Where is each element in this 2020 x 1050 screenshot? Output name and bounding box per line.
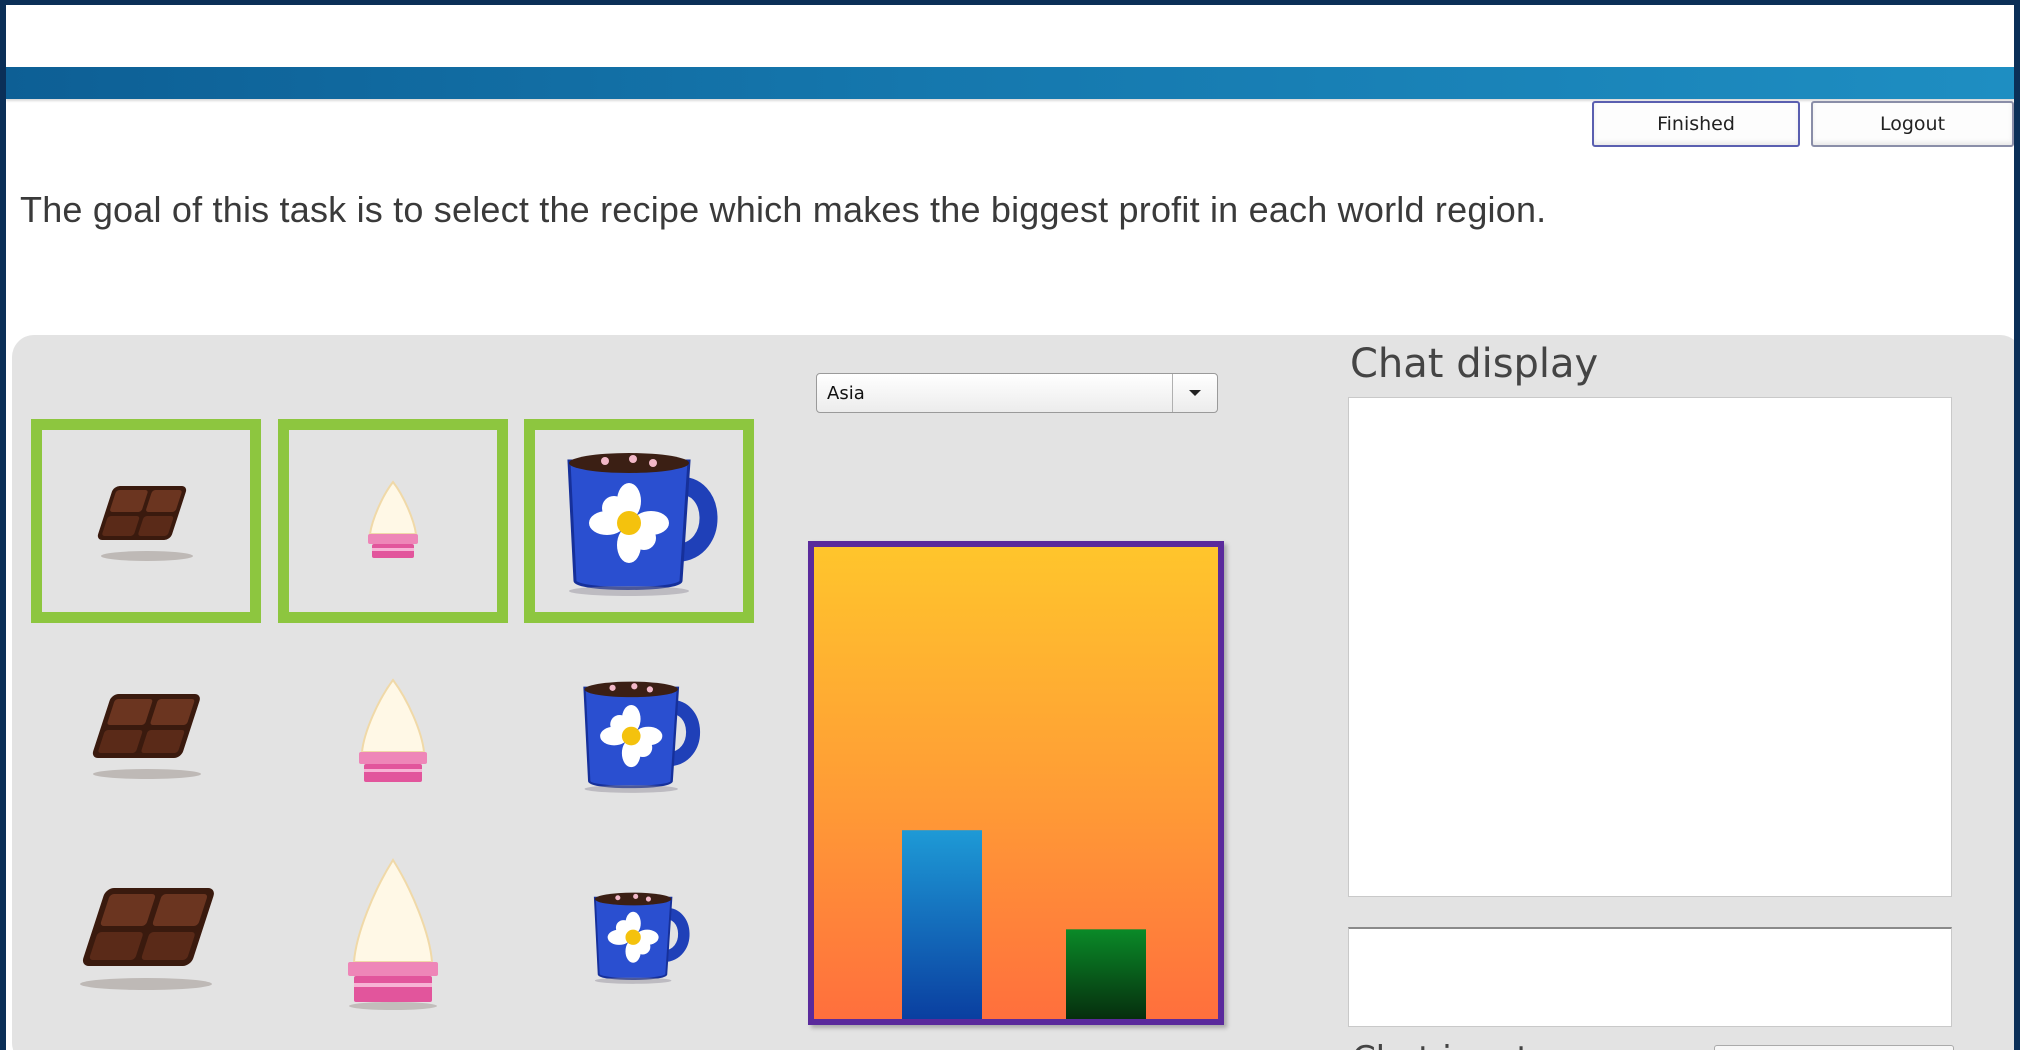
cream-large-option[interactable] [289, 845, 497, 1027]
chocolate-large-option[interactable] [42, 845, 250, 1027]
app-window: Finished Logout The goal of this task is… [6, 5, 2014, 1050]
chat-send-button[interactable] [1714, 1045, 1954, 1050]
mug-icon [567, 453, 718, 596]
profit-bar-1 [902, 830, 982, 1019]
logout-button[interactable]: Logout [1811, 101, 2014, 147]
chocolate-medium-option[interactable] [42, 643, 250, 825]
header-bar [6, 67, 2014, 99]
region-select[interactable]: Asia [816, 373, 1218, 413]
mug-icon [583, 681, 700, 793]
cream-icon [347, 858, 438, 1010]
region-select-value: Asia [827, 382, 865, 404]
chocolate-icon [92, 694, 201, 779]
mug-medium-option[interactable] [535, 643, 743, 825]
mug-large-option[interactable] [535, 845, 743, 1027]
cream-small-option[interactable] [289, 430, 497, 612]
chocolate-icon [97, 486, 193, 561]
task-goal-text: The goal of this task is to select the r… [20, 189, 1547, 230]
chat-display [1348, 397, 1952, 897]
cream-icon [359, 678, 427, 782]
finished-button[interactable]: Finished [1592, 101, 1800, 147]
chat-display-title: Chat display [1350, 341, 1599, 387]
cream-medium-option[interactable] [289, 643, 497, 825]
chocolate-icon [80, 888, 214, 990]
header-area [6, 5, 2014, 67]
mug-small-option[interactable] [535, 430, 743, 612]
mug-icon [593, 892, 690, 984]
cream-icon [368, 480, 418, 558]
profit-chart [808, 541, 1224, 1025]
profit-bar-2 [1066, 929, 1146, 1019]
chat-input[interactable] [1348, 927, 1952, 1027]
chocolate-small-option[interactable] [42, 430, 250, 612]
profit-chart-svg [902, 830, 1146, 1019]
chat-input-title: Chat input [1352, 1039, 1530, 1050]
chevron-down-icon[interactable] [1172, 374, 1217, 412]
